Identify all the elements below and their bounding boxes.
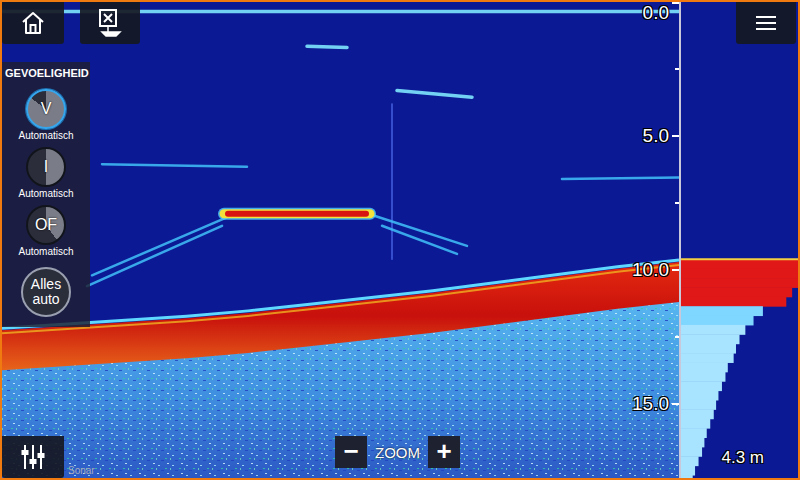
a-scope-bar xyxy=(681,344,736,354)
depth-tick xyxy=(672,269,679,271)
dial-mode: Automatisch xyxy=(18,130,73,141)
mode-label: Sonar xyxy=(68,465,95,478)
a-scope-bar xyxy=(681,391,718,401)
depth-reading: 4.3 m xyxy=(721,448,764,468)
a-scope-bar xyxy=(681,297,786,307)
echo xyxy=(307,46,347,47)
top-bar xyxy=(2,2,140,44)
a-scope-bar xyxy=(681,447,702,457)
waypoint-icon xyxy=(96,8,124,38)
a-scope-bar xyxy=(681,306,763,316)
a-scope-bar xyxy=(681,269,798,279)
depth-scale: 0.0 5.0 10.0 15.0 xyxy=(619,2,679,478)
depth-label: 10.0 xyxy=(632,259,669,281)
depth-label: 15.0 xyxy=(632,393,669,415)
dial-symbol: OF xyxy=(35,216,57,234)
menu-line xyxy=(756,28,776,30)
depth-tick xyxy=(672,403,679,405)
a-scope-bar xyxy=(681,353,734,363)
depth-label: 5.0 xyxy=(643,125,669,147)
waypoint-button[interactable] xyxy=(80,2,140,44)
settings-sliders-icon xyxy=(18,442,48,472)
dial-symbol: I xyxy=(44,158,48,176)
sensitivity-panel: GEVOELIGHEID V Automatisch I Automatisch OF Au… xyxy=(2,62,90,327)
panel-title: GEVOELIGHEID xyxy=(5,67,89,83)
a-scope-bar xyxy=(681,372,725,382)
dial-knob[interactable]: OF xyxy=(26,205,66,245)
dial-mode: Automatisch xyxy=(18,188,73,199)
a-scope-bar xyxy=(681,259,798,269)
echo xyxy=(87,226,222,286)
depth-tick xyxy=(675,202,679,204)
a-scope-bar xyxy=(681,400,716,410)
zoom-control: −ZOOM + xyxy=(335,436,460,478)
echo xyxy=(372,215,467,246)
echo xyxy=(102,164,247,167)
depth-tick xyxy=(672,2,679,4)
depth-tick xyxy=(675,68,679,70)
a-scope-bar xyxy=(681,466,695,476)
a-scope-bar xyxy=(681,419,710,429)
a-scope-bar xyxy=(681,409,714,419)
sensitivity-dial[interactable]: OF Automatisch xyxy=(18,205,73,257)
zoom-label: ZOOM xyxy=(375,444,420,461)
menu-line xyxy=(756,22,776,24)
zoom-in-button[interactable]: + xyxy=(428,436,460,468)
echo xyxy=(92,215,232,275)
a-scope-bar xyxy=(681,456,699,466)
zoom-out-button[interactable]: − xyxy=(335,436,367,468)
depth-tick xyxy=(672,135,679,137)
echo xyxy=(382,226,457,254)
bottom-left: Sonar xyxy=(2,436,335,478)
a-scope-bar xyxy=(681,278,798,288)
a-scope-bar xyxy=(681,334,740,344)
home-icon xyxy=(19,9,47,37)
a-scope-bar xyxy=(681,287,792,297)
a-scope-pane: 4.3 m xyxy=(681,2,798,478)
a-scope-bar xyxy=(681,362,728,372)
a-scope-bar xyxy=(681,316,754,326)
sonar-history xyxy=(2,2,679,478)
sonar-screen: 0.0 5.0 10.0 15.0 GEVOELIGHEID V Automatisch I A… xyxy=(0,0,800,480)
menu-button[interactable] xyxy=(736,2,796,44)
a-scope xyxy=(681,2,798,478)
dial-knob[interactable]: I xyxy=(26,147,66,187)
bottom-bar: Sonar −ZOOM + xyxy=(2,436,679,478)
sensitivity-dial[interactable]: I Automatisch xyxy=(18,147,73,199)
menu-line xyxy=(756,16,776,18)
depth-tick xyxy=(675,336,679,338)
sensitivity-dial[interactable]: V Automatisch xyxy=(18,89,73,141)
dial-symbol: V xyxy=(41,100,52,118)
a-scope-bar xyxy=(681,381,722,391)
water-column xyxy=(2,2,679,478)
strong-echo xyxy=(224,213,370,214)
sonar-pane: 0.0 5.0 10.0 15.0 GEVOELIGHEID V Automatisch I A… xyxy=(2,2,679,478)
dial-mode: Automatisch xyxy=(18,246,73,257)
a-scope-bar xyxy=(681,438,704,448)
echo xyxy=(397,90,472,97)
settings-button[interactable] xyxy=(2,436,64,478)
home-button[interactable] xyxy=(2,2,64,44)
echo xyxy=(562,178,679,179)
a-scope-bar xyxy=(681,325,745,335)
all-auto-button[interactable]: Alles auto xyxy=(21,267,71,317)
echo xyxy=(391,104,392,259)
a-scope-bar xyxy=(681,475,693,478)
a-scope-bar xyxy=(681,428,707,438)
dial-knob[interactable]: V xyxy=(26,89,66,129)
depth-label: 0.0 xyxy=(643,2,669,24)
